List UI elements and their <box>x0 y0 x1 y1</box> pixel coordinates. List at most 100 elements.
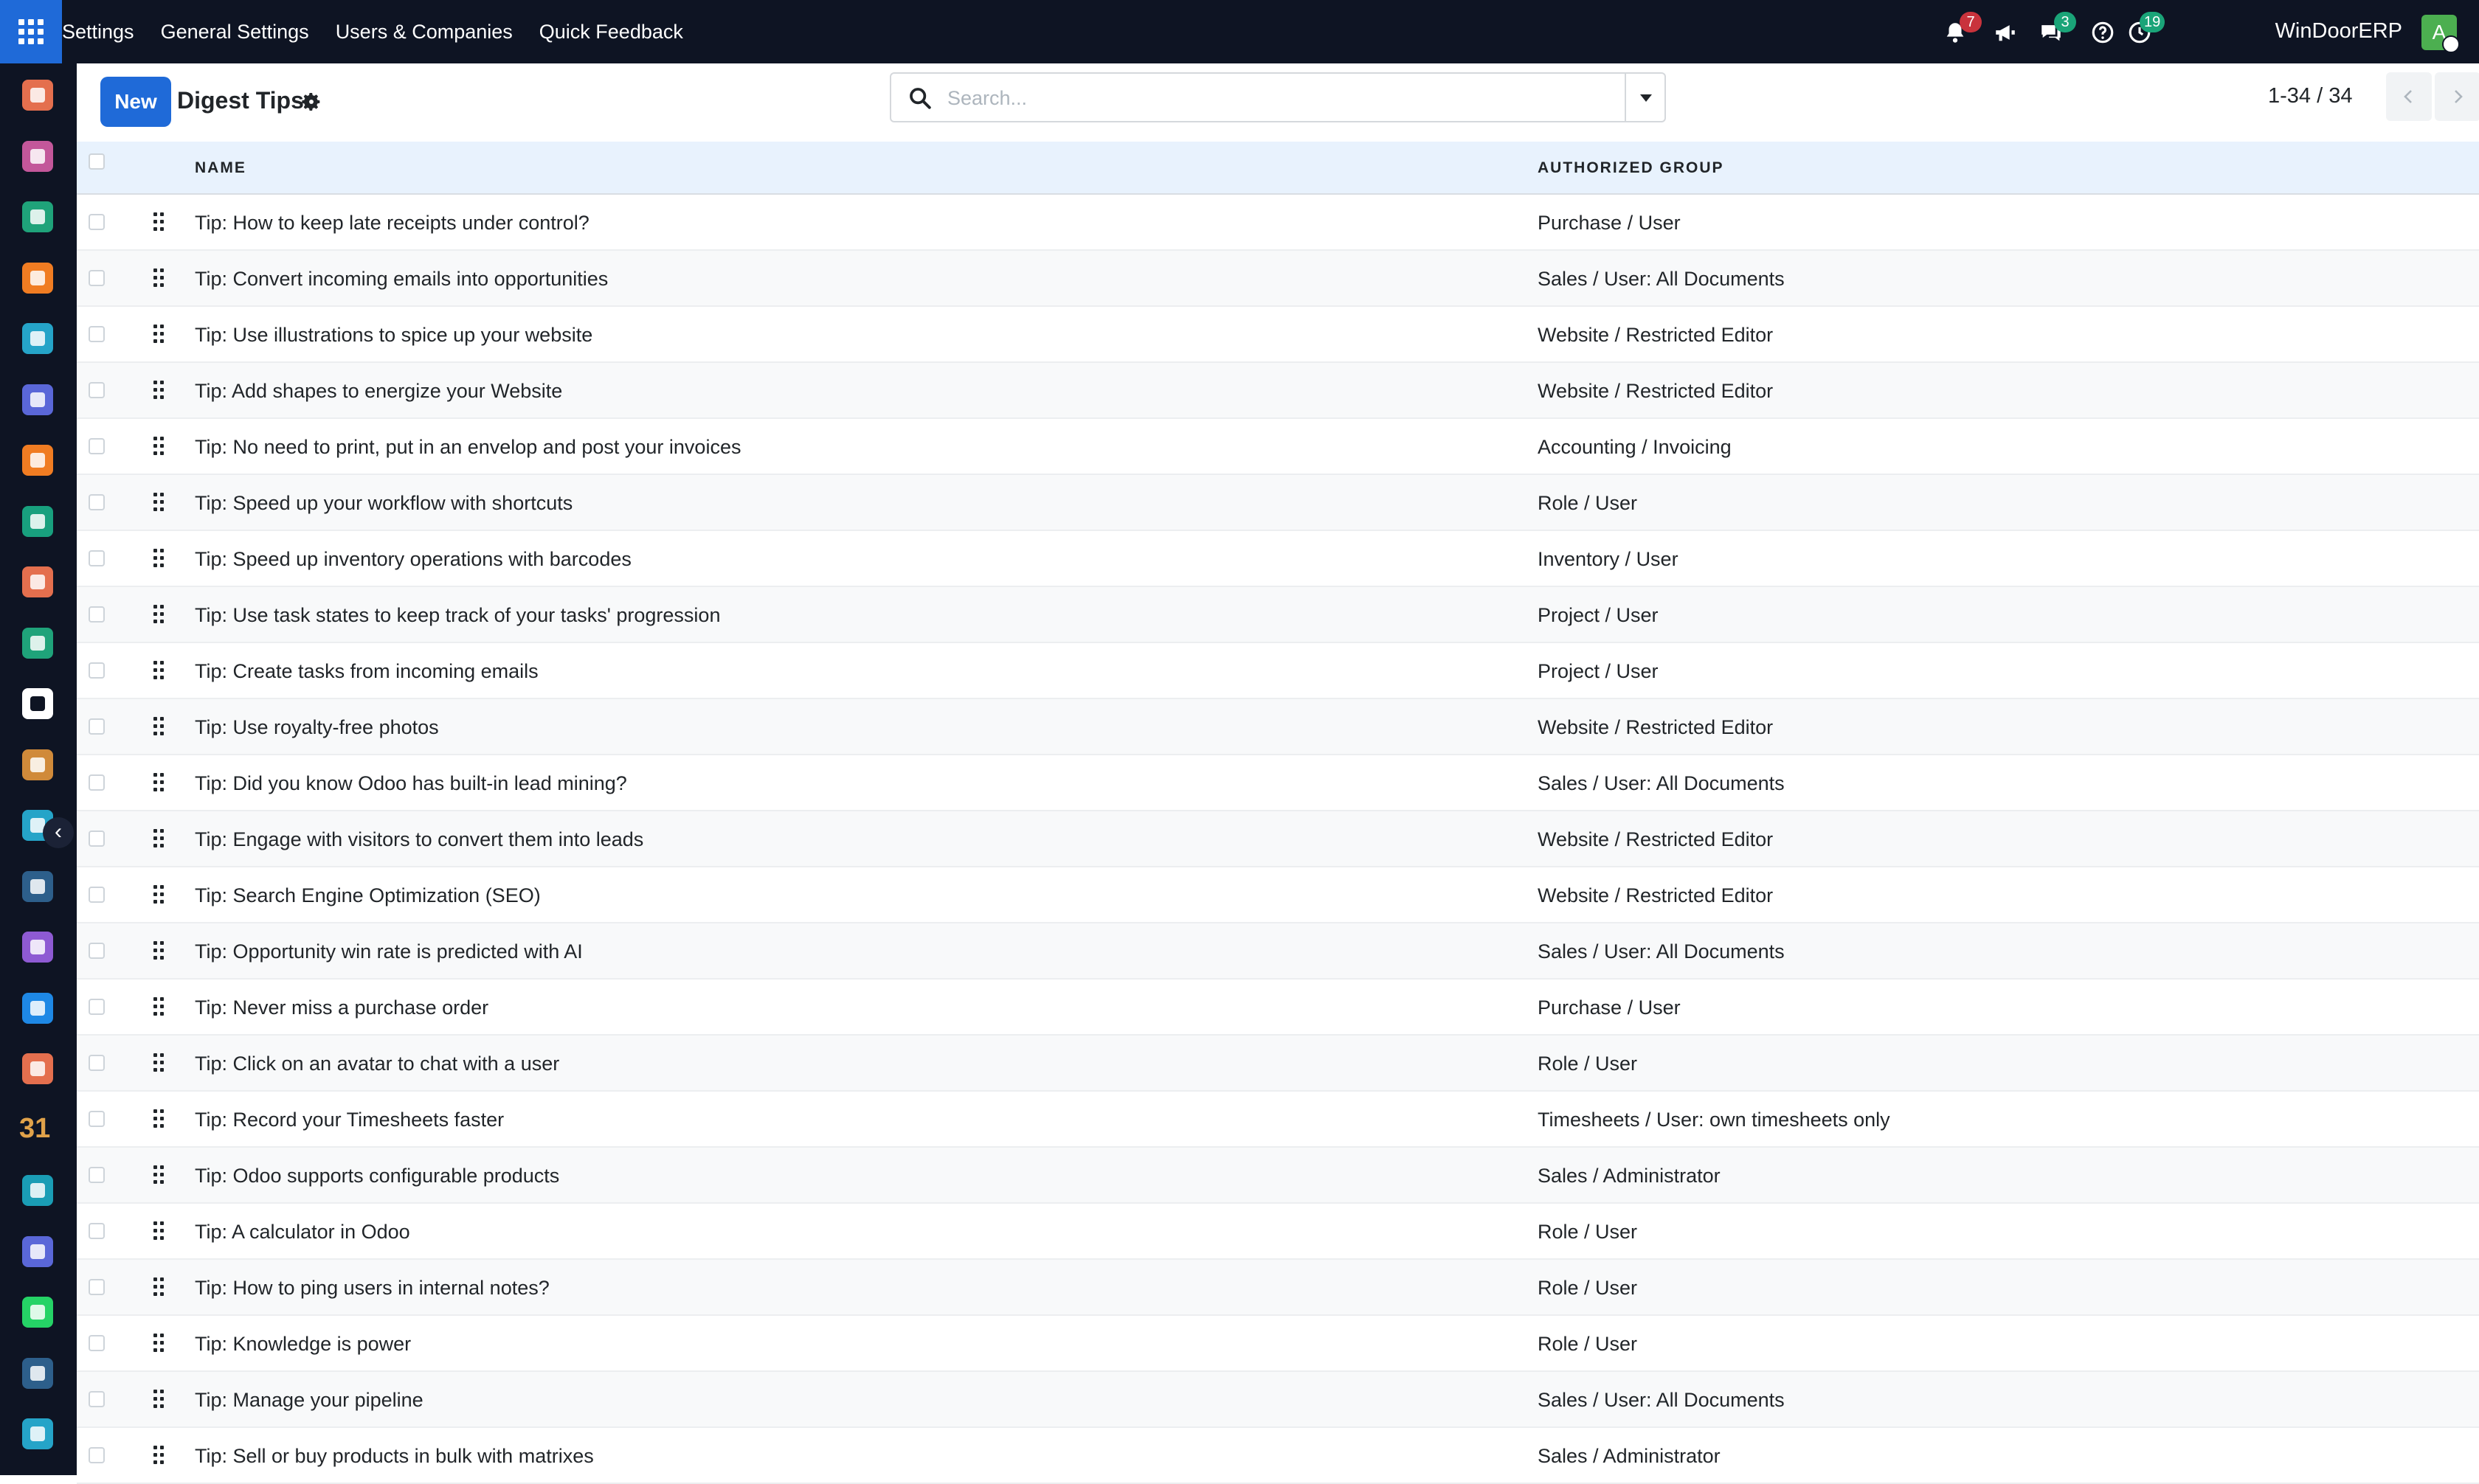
table-row[interactable]: Tip: Engage with visitors to convert the… <box>77 811 2479 867</box>
menu-quick-feedback[interactable]: Quick Feedback <box>539 21 683 44</box>
user-avatar[interactable]: A <box>2421 15 2460 53</box>
row-checkbox[interactable] <box>89 774 105 791</box>
drag-handle-icon[interactable] <box>153 1277 165 1297</box>
table-row[interactable]: Tip: Record your Timesheets faster Timesh… <box>77 1092 2479 1148</box>
table-row[interactable]: Tip: Use royalty-free photos Website / Re… <box>77 699 2479 755</box>
purchase-app-icon[interactable] <box>22 80 53 111</box>
drag-handle-icon[interactable] <box>153 1165 165 1185</box>
column-header-authorized-group[interactable]: AUTHORIZED GROUP <box>1538 159 1724 177</box>
inventory-app-icon[interactable] <box>22 688 53 719</box>
discuss-app-icon[interactable] <box>22 262 53 294</box>
row-checkbox[interactable] <box>89 999 105 1015</box>
drag-handle-icon[interactable] <box>153 268 165 288</box>
drag-handle-icon[interactable] <box>153 1053 165 1072</box>
table-row[interactable]: Tip: Click on an avatar to chat with a u… <box>77 1036 2479 1092</box>
drag-handle-icon[interactable] <box>153 717 165 736</box>
table-row[interactable]: Tip: Search Engine Optimization (SEO) Web… <box>77 867 2479 923</box>
row-checkbox[interactable] <box>89 1055 105 1071</box>
email-marketing-app-icon[interactable] <box>22 384 53 415</box>
help-button[interactable] <box>2088 18 2117 47</box>
products-app-icon[interactable] <box>22 932 53 963</box>
drag-handle-icon[interactable] <box>153 1109 165 1128</box>
row-checkbox[interactable] <box>89 1335 105 1351</box>
table-row[interactable]: Tip: How to keep late receipts under con… <box>77 195 2479 251</box>
company-switcher[interactable]: WinDoorERP <box>2275 19 2402 44</box>
pager-next-button[interactable] <box>2435 72 2479 121</box>
table-row[interactable]: Tip: Speed up inventory operations with … <box>77 531 2479 587</box>
row-checkbox[interactable] <box>89 550 105 566</box>
drag-handle-icon[interactable] <box>153 997 165 1016</box>
drag-handle-icon[interactable] <box>153 212 165 232</box>
row-checkbox[interactable] <box>89 943 105 959</box>
table-row[interactable]: Tip: A calculator in Odoo Role / User <box>77 1204 2479 1260</box>
drag-handle-icon[interactable] <box>153 1221 165 1241</box>
table-row[interactable]: Tip: Odoo supports configurable products… <box>77 1148 2479 1204</box>
drag-handle-icon[interactable] <box>153 437 165 456</box>
drag-handle-icon[interactable] <box>153 493 165 512</box>
members-app-icon[interactable] <box>22 1053 53 1084</box>
row-checkbox[interactable] <box>89 1223 105 1239</box>
photos-app-icon[interactable] <box>22 140 53 172</box>
settings-app-icon[interactable] <box>22 1418 53 1449</box>
table-row[interactable]: Tip: Speed up your workflow with shortcu… <box>77 475 2479 531</box>
sign-app-icon[interactable] <box>22 1175 53 1206</box>
employees-app-icon[interactable] <box>22 627 53 659</box>
table-row[interactable]: Tip: Manage your pipeline Sales / User: A… <box>77 1372 2479 1428</box>
new-button[interactable]: New <box>100 77 171 127</box>
elearning-app-icon[interactable] <box>22 870 53 902</box>
row-checkbox[interactable] <box>89 1447 105 1463</box>
table-row[interactable]: Tip: Add shapes to energize your Website… <box>77 363 2479 419</box>
whatsapp-app-icon[interactable] <box>22 1297 53 1328</box>
row-checkbox[interactable] <box>89 662 105 679</box>
table-row[interactable]: Tip: Never miss a purchase order Purchase… <box>77 979 2479 1036</box>
table-row[interactable]: Tip: Opportunity win rate is predicted w… <box>77 923 2479 979</box>
marketing-app-icon[interactable] <box>22 749 53 780</box>
drag-handle-icon[interactable] <box>153 661 165 680</box>
drag-handle-icon[interactable] <box>153 773 165 792</box>
table-row[interactable]: Tip: Use illustrations to spice up your … <box>77 307 2479 363</box>
drag-handle-icon[interactable] <box>153 325 165 344</box>
row-checkbox[interactable] <box>89 1279 105 1295</box>
sales-app-icon[interactable] <box>22 566 53 597</box>
table-row[interactable]: Tip: How to ping users in internal notes… <box>77 1260 2479 1316</box>
row-checkbox[interactable] <box>89 438 105 454</box>
row-checkbox[interactable] <box>89 214 105 230</box>
pager-previous-button[interactable] <box>2386 72 2432 121</box>
menu-settings[interactable]: Settings <box>62 21 134 44</box>
row-checkbox[interactable] <box>89 494 105 510</box>
drag-handle-icon[interactable] <box>153 605 165 624</box>
timesheets-app-icon[interactable] <box>22 1357 53 1389</box>
column-header-name[interactable]: NAME <box>195 159 246 177</box>
collapse-sidebar-chevron-icon[interactable]: ‹ <box>43 817 74 848</box>
menu-users-companies[interactable]: Users & Companies <box>336 21 513 44</box>
drag-handle-icon[interactable] <box>153 381 165 400</box>
contacts-app-icon[interactable] <box>22 201 53 232</box>
row-checkbox[interactable] <box>89 1391 105 1407</box>
drag-handle-icon[interactable] <box>153 941 165 960</box>
crm-app-icon[interactable] <box>22 505 53 537</box>
drag-handle-icon[interactable] <box>153 1334 165 1353</box>
row-checkbox[interactable] <box>89 606 105 623</box>
website-app-icon[interactable] <box>22 323 53 354</box>
drag-handle-icon[interactable] <box>153 1390 165 1409</box>
table-row[interactable]: Tip: No need to print, put in an envelop… <box>77 419 2479 475</box>
drag-handle-icon[interactable] <box>153 885 165 904</box>
livechat-app-icon[interactable] <box>22 445 53 476</box>
drag-handle-icon[interactable] <box>153 1446 165 1465</box>
row-checkbox[interactable] <box>89 326 105 342</box>
select-all-checkbox[interactable] <box>89 153 105 170</box>
notifications-button[interactable]: 7 <box>1940 12 1982 47</box>
drag-handle-icon[interactable] <box>153 829 165 848</box>
drag-handle-icon[interactable] <box>153 549 165 568</box>
search-input[interactable] <box>946 81 1598 115</box>
calendar-app-icon[interactable]: 31 <box>19 1113 50 1145</box>
dashboards-app-icon[interactable] <box>22 1235 53 1267</box>
row-checkbox[interactable] <box>89 718 105 735</box>
table-row[interactable]: Tip: Did you know Odoo has built-in lead… <box>77 755 2479 811</box>
pager-value[interactable]: 1-34 / 34 <box>2268 84 2352 108</box>
menu-general-settings[interactable]: General Settings <box>161 21 309 44</box>
row-checkbox[interactable] <box>89 1167 105 1183</box>
table-row[interactable]: Tip: Knowledge is power Role / User <box>77 1316 2479 1372</box>
messages-button[interactable]: 3 <box>2036 12 2076 47</box>
row-checkbox[interactable] <box>89 831 105 847</box>
